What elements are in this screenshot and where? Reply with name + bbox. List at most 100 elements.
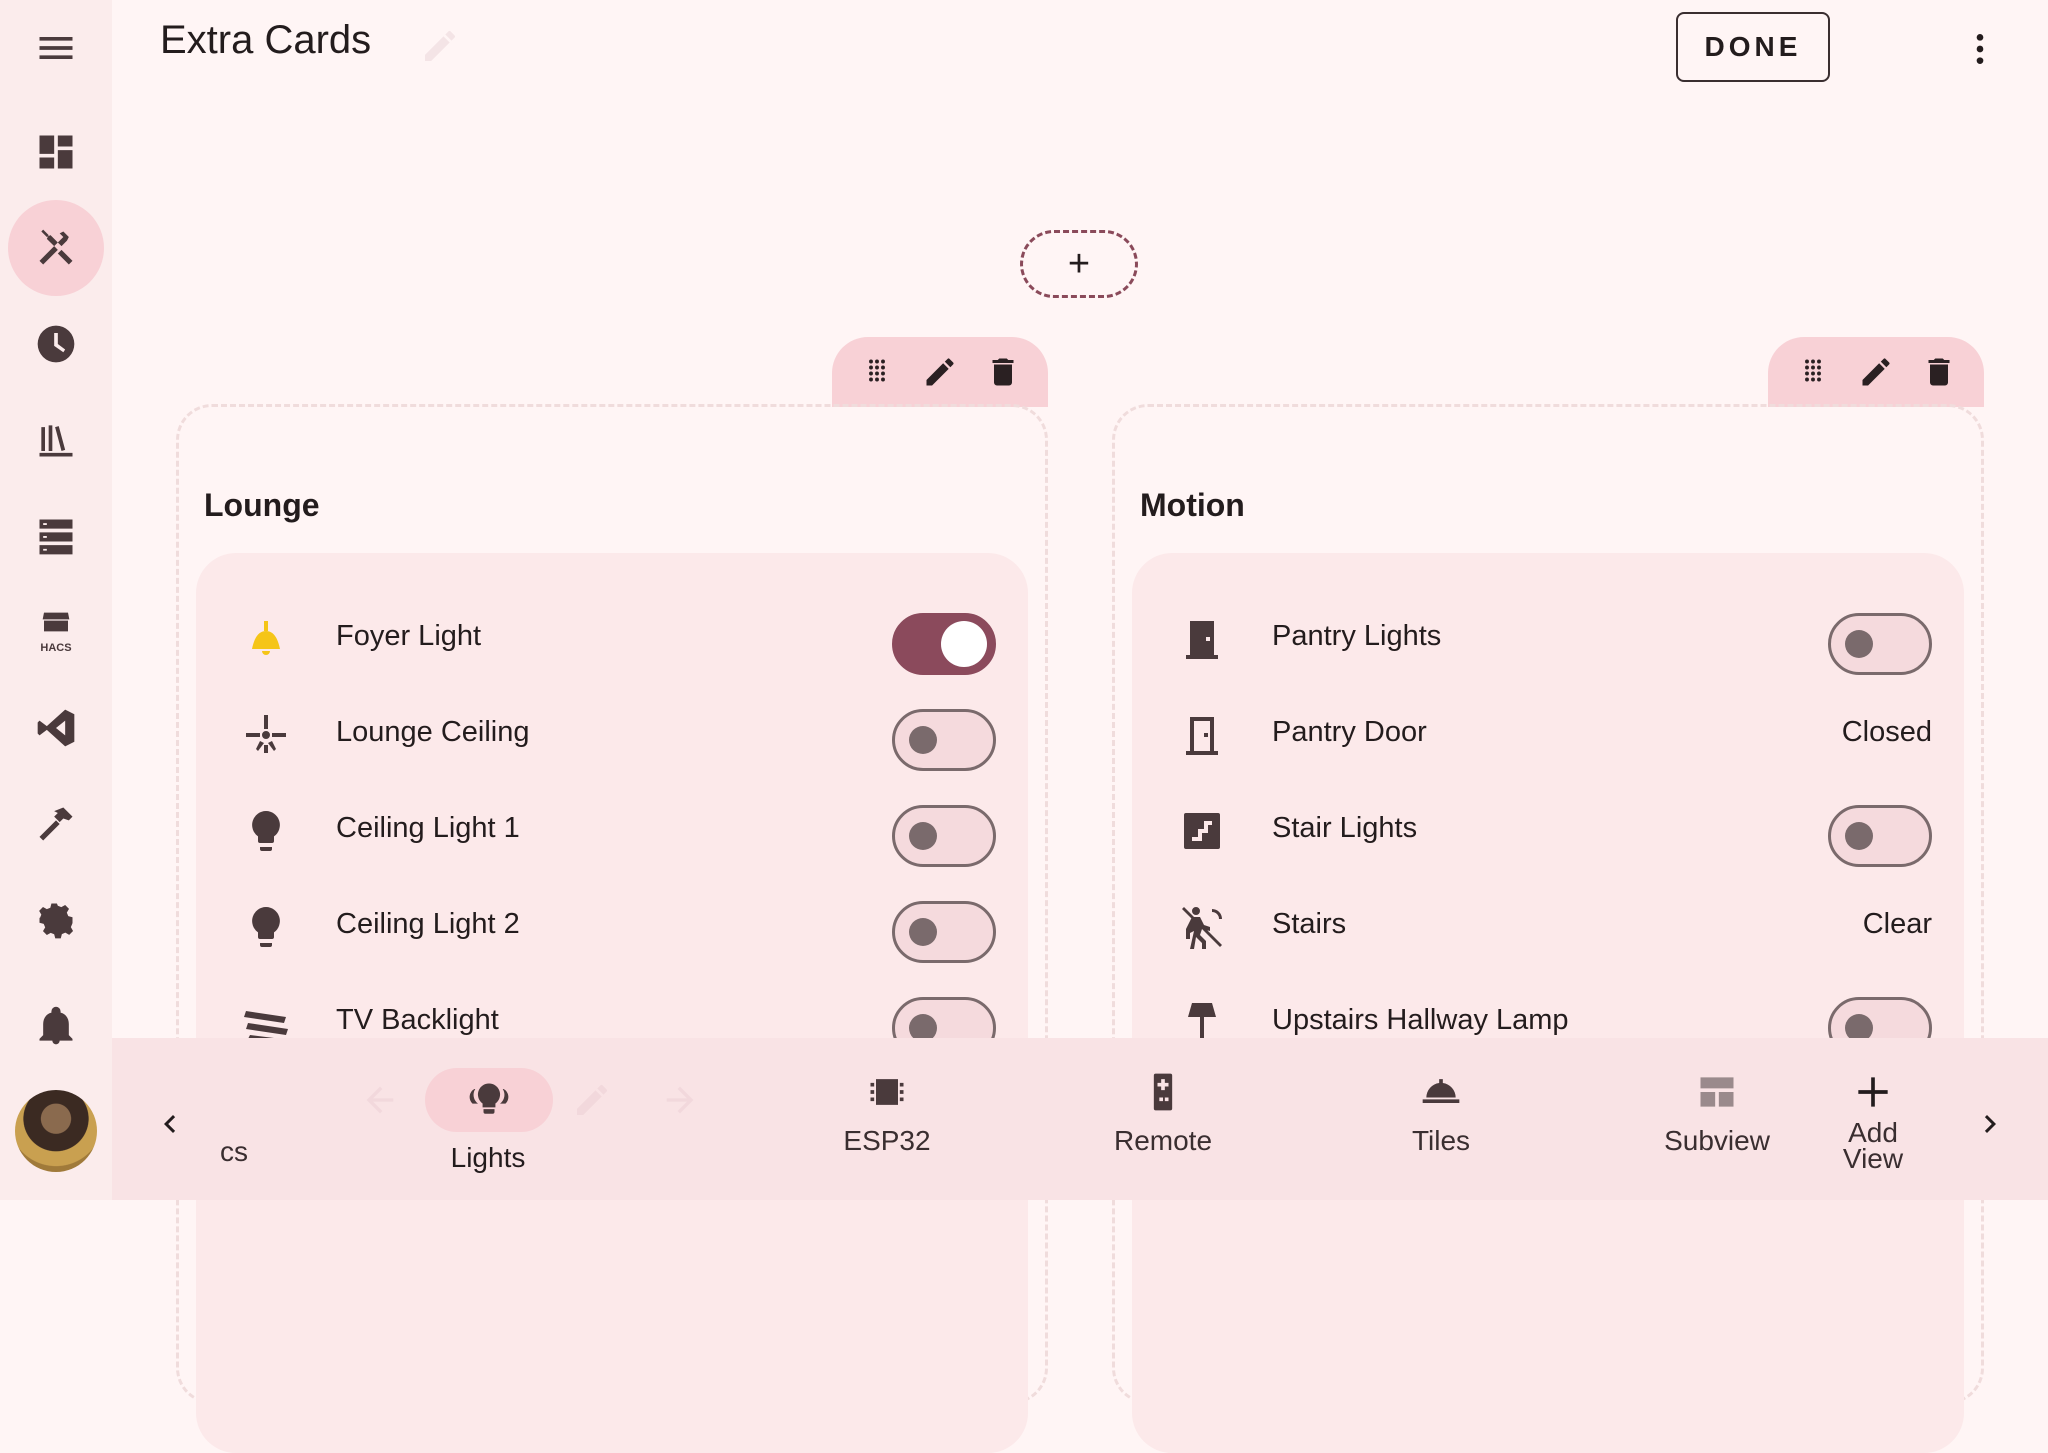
- entity-row[interactable]: Foyer Light: [196, 591, 1028, 687]
- entity-name: Pantry Door: [1272, 716, 1427, 748]
- page-title: Extra Cards: [160, 18, 372, 62]
- door-icon: [1178, 711, 1226, 759]
- sidebar-item-overview[interactable]: [8, 104, 104, 200]
- tab-esp32[interactable]: ESP32: [812, 1038, 962, 1200]
- edit-title-button[interactable]: [420, 26, 460, 66]
- view-tabs-bar: cs Lights ESP32 Remote Tiles Subview Add…: [112, 1038, 2048, 1200]
- card-toolbar: [832, 337, 1048, 407]
- sidebar-item-hacs[interactable]: HACS: [8, 584, 104, 680]
- delete-card-icon[interactable]: [985, 354, 1021, 390]
- menu-button[interactable]: [8, 0, 104, 96]
- vscode-icon: [37, 709, 75, 747]
- entity-name: Ceiling Light 2: [336, 908, 520, 940]
- sidebar-item-server[interactable]: [8, 488, 104, 584]
- chevron-right-icon: [1984, 1115, 1996, 1133]
- entity-name: Lounge Ceiling: [336, 716, 530, 748]
- tab-partial-label[interactable]: cs: [220, 1136, 248, 1168]
- remote-icon: [1153, 1073, 1173, 1111]
- entity-name: Stair Lights: [1272, 812, 1418, 844]
- arrow-right-icon: [666, 1086, 694, 1114]
- done-button[interactable]: DONE: [1676, 12, 1830, 82]
- add-card-button[interactable]: +: [1020, 230, 1138, 298]
- history-icon: [37, 325, 75, 363]
- scroll-left-button[interactable]: [152, 1106, 188, 1147]
- stairs-icon: [1178, 807, 1226, 855]
- chevron-left-icon: [164, 1115, 176, 1133]
- overview-icon: [39, 135, 73, 169]
- entity-name: Ceiling Light 1: [336, 812, 520, 844]
- hacs-icon: [42, 612, 70, 632]
- tab-label: ESP32: [843, 1125, 931, 1156]
- delete-card-icon[interactable]: [1921, 354, 1957, 390]
- entity-row[interactable]: Lounge Ceiling: [196, 687, 1028, 783]
- entity-toggle[interactable]: [892, 709, 996, 771]
- view-dashboard-icon: [1700, 1077, 1734, 1107]
- notifications-icon: [39, 1006, 73, 1045]
- user-avatar[interactable]: [15, 1090, 97, 1172]
- sidebar-item-settings[interactable]: [8, 872, 104, 968]
- entity-toggle[interactable]: [1828, 613, 1932, 675]
- entity-row[interactable]: Stairs Clear: [1132, 879, 1964, 975]
- motion-sensor-off-icon: [1178, 903, 1226, 951]
- lightbulb-icon: [242, 903, 290, 951]
- entity-row[interactable]: Pantry Lights: [1132, 591, 1964, 687]
- ceiling-fan-icon: [242, 711, 290, 759]
- drag-handle-icon[interactable]: [859, 354, 895, 390]
- tab-label: Tiles: [1411, 1125, 1471, 1156]
- card-title: Motion: [1140, 487, 1245, 523]
- settings-icon: [39, 903, 74, 939]
- sidebar-item-hammer[interactable]: [8, 776, 104, 872]
- developer-tools-icon: [39, 229, 73, 265]
- edit-card-icon[interactable]: [922, 354, 958, 390]
- scroll-right-button[interactable]: [1972, 1106, 2008, 1147]
- drag-handle-icon[interactable]: [1795, 354, 1831, 390]
- move-view-left-button[interactable]: [360, 1080, 400, 1125]
- sidebar-item-notifications[interactable]: [8, 978, 104, 1074]
- lightbulb-icon: [242, 807, 290, 855]
- move-view-right-button[interactable]: [660, 1080, 700, 1125]
- entity-name: Foyer Light: [336, 620, 482, 652]
- tab-remote[interactable]: Remote: [1088, 1038, 1238, 1200]
- sidebar-item-history[interactable]: [8, 296, 104, 392]
- entity-row[interactable]: Ceiling Light 2: [196, 879, 1028, 975]
- entity-state: Clear: [1862, 908, 1932, 940]
- tab-label: Subview: [1664, 1125, 1770, 1156]
- tab-tiles[interactable]: Tiles: [1366, 1038, 1516, 1200]
- hacs-label: HACS: [40, 642, 72, 654]
- more-options-button[interactable]: [1960, 24, 2000, 74]
- sidebar-item-developer-tools[interactable]: [8, 200, 104, 296]
- tab-label: Remote: [1113, 1125, 1213, 1156]
- entity-name: Upstairs Hallway Lamp: [1272, 1004, 1569, 1036]
- card-title: Lounge: [204, 487, 320, 523]
- chip-icon: [870, 1079, 904, 1105]
- hammer-icon: [39, 807, 73, 841]
- entity-name: Stairs: [1272, 908, 1347, 940]
- entity-toggle[interactable]: [1828, 805, 1932, 867]
- entity-name: TV Backlight: [336, 1004, 499, 1036]
- door-closed-icon: [1178, 615, 1226, 663]
- entity-toggle[interactable]: [892, 613, 996, 675]
- add-view-button[interactable]: Add View: [1818, 1038, 1928, 1200]
- entity-row[interactable]: Ceiling Light 1: [196, 783, 1028, 879]
- more-vert-icon: [1976, 34, 1984, 64]
- arrow-left-icon: [366, 1086, 394, 1114]
- pencil-icon: [425, 31, 455, 61]
- lights-group-icon: [469, 1083, 509, 1114]
- tab-subview[interactable]: Subview: [1642, 1038, 1792, 1200]
- tab-lights-label[interactable]: Lights: [438, 1142, 538, 1174]
- entity-toggle[interactable]: [892, 901, 996, 963]
- sidebar-item-vscode[interactable]: [8, 680, 104, 776]
- edit-view-button[interactable]: [572, 1080, 612, 1125]
- card-toolbar: [1768, 337, 1984, 407]
- server-icon: [39, 519, 73, 555]
- sidebar-item-library[interactable]: [8, 392, 104, 488]
- edit-card-icon[interactable]: [1858, 354, 1894, 390]
- tab-label: Add View: [1842, 1119, 1904, 1174]
- add-view-label-line2: View: [1842, 1143, 1904, 1174]
- entity-toggle[interactable]: [892, 805, 996, 867]
- entity-state: Closed: [1841, 716, 1932, 748]
- sidebar: HACS: [0, 0, 112, 1200]
- tab-lights-icon-pill[interactable]: [425, 1068, 553, 1132]
- entity-row[interactable]: Stair Lights: [1132, 783, 1964, 879]
- entity-row[interactable]: Pantry Door Closed: [1132, 687, 1964, 783]
